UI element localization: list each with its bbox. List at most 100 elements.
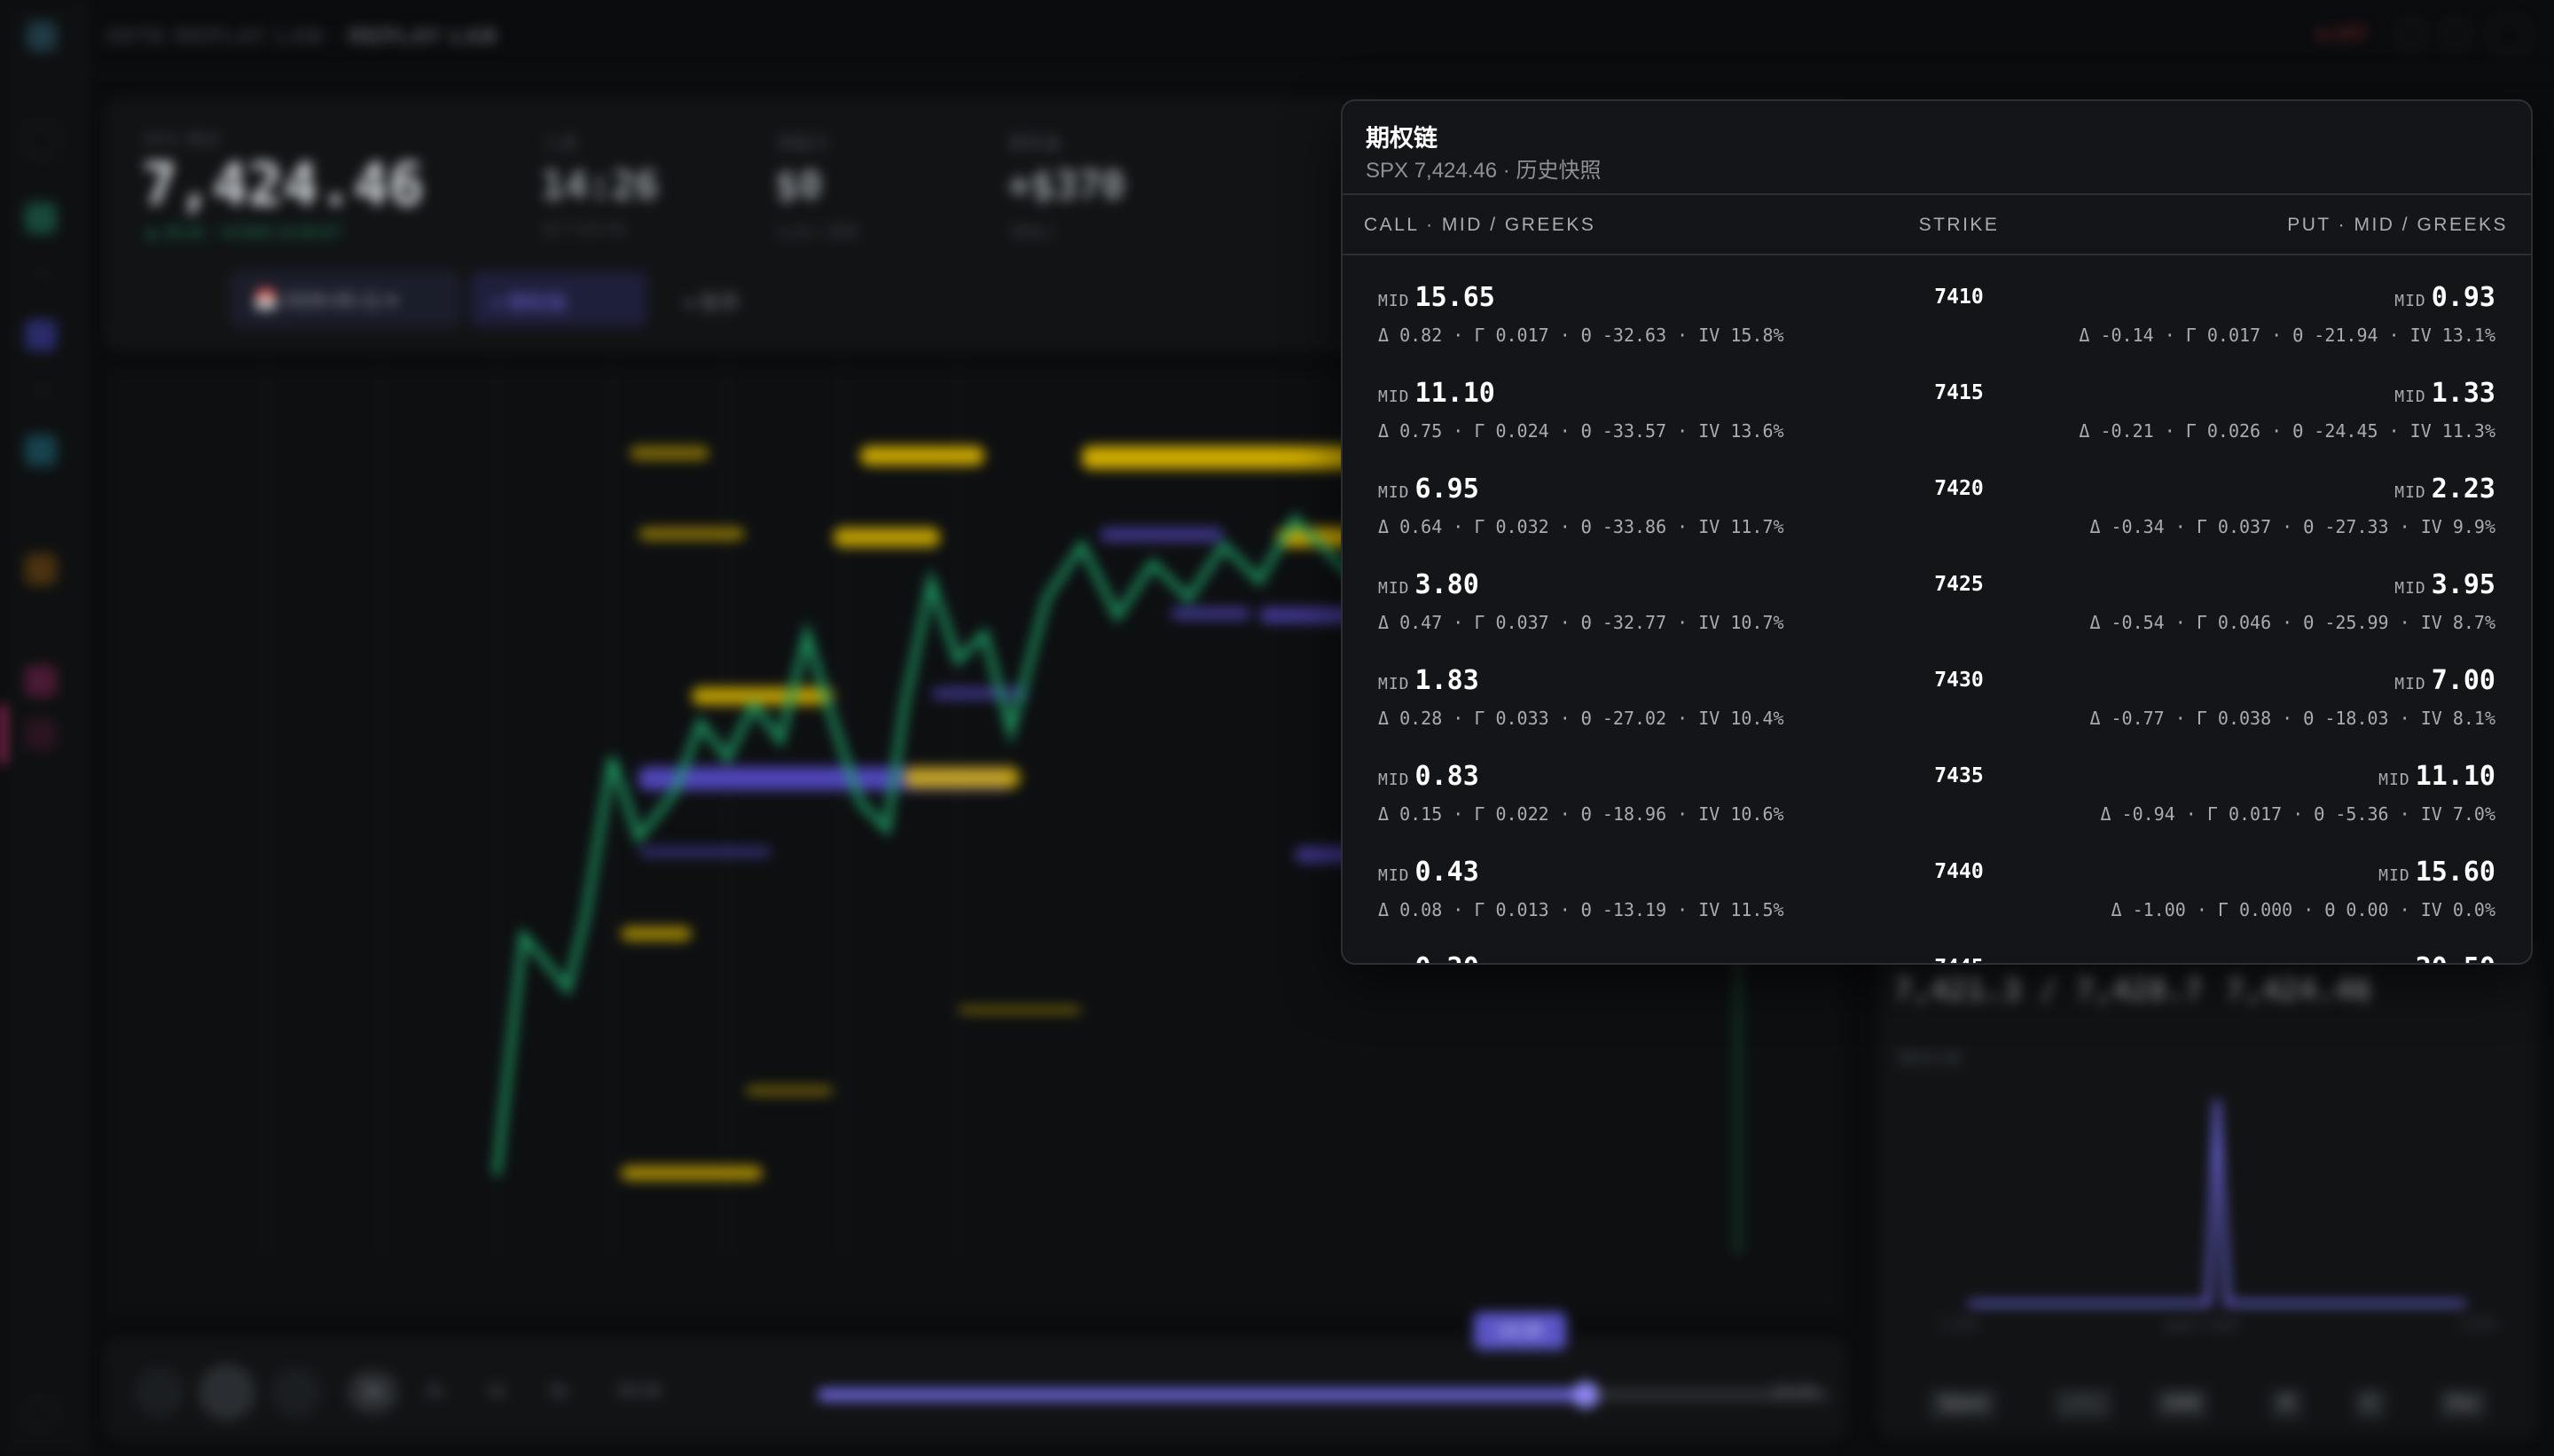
play-button[interactable] [199,1364,255,1421]
heatmap-band [931,687,1029,700]
heatmap-band [621,1166,763,1180]
put-mid[interactable]: MID 15.60 [2378,857,2495,888]
put-mid[interactable]: MID 1.33 [2394,378,2495,409]
side-distribution-line [1969,1099,2465,1306]
step-back-button[interactable] [135,1367,184,1417]
replay-scrubber[interactable] [818,1382,1829,1408]
option-chain-row-7445[interactable]: MID 0.20 7445 MID 20.50 [1343,935,2531,963]
option-chain-row-7425[interactable]: MID 3.80 Δ 0.47 · Γ 0.037 · Θ -32.77 · IV … [1343,552,2531,647]
heatmap-band [692,687,834,705]
put-mid-tag: MID [2394,579,2426,598]
put-mid[interactable]: MID 7.00 [2394,665,2495,696]
nav-replay-icon[interactable] [25,665,57,697]
collapse-icon[interactable] [25,124,57,156]
side-axis-mid: spot 7,424 [2164,1316,2239,1334]
option-chain-rows: MID 15.65 Δ 0.82 · Γ 0.017 · Θ -32.63 · IV… [1343,257,2531,963]
option-chain-row-7410[interactable]: MID 15.65 Δ 0.82 · Γ 0.017 · Θ -32.63 · IV… [1343,264,2531,360]
put-mid[interactable]: MID 11.10 [2378,761,2495,792]
put-mid-value: 11.10 [2415,761,2495,792]
option-chain-toggle[interactable]: ≡ 期权链 [470,271,647,326]
put-mid-tag: MID [2378,771,2410,789]
nav-dashboard-icon[interactable] [25,202,57,234]
avatar[interactable] [2490,16,2529,55]
notification-icon[interactable] [2398,21,2425,48]
call-mid-tag: MID [1378,483,1410,502]
call-mid-value: 1.83 [1414,665,1479,696]
breadcrumb-app[interactable]: 0DTE REPLAY LAB [106,25,325,47]
stat-label-entry: 入场 [543,135,578,153]
call-mid[interactable]: MID 0.20 [1378,952,1479,963]
current-time-tag: 14:26 [1474,1312,1566,1350]
key-shift: Shift [2155,1389,2209,1419]
put-mid-value: 1.33 [2431,378,2495,409]
theme-icon[interactable] [2442,21,2469,48]
call-mid-tag: MID [1378,771,1410,789]
strike-price: 7435 [1934,764,1984,787]
put-mid[interactable]: MID 3.95 [2394,569,2495,600]
strike-price: 7420 [1934,477,1984,500]
settings-icon[interactable] [25,1397,57,1429]
call-mid-value: 0.83 [1414,761,1479,792]
heatmap-band [638,528,745,540]
stat-sub-pnl: 0.0% / 风险 [777,223,859,241]
replay-scrubber-handle[interactable] [1572,1382,1600,1408]
call-mid-tag: MID [1378,292,1410,310]
put-mid[interactable]: MID 0.93 [2394,282,2495,313]
put-greeks: Δ -0.14 · Γ 0.017 · Θ -21.94 · IV 13.1% [2079,325,2495,346]
stat-value-entry: 14:26 [541,163,659,208]
heatmap-band [834,528,940,547]
stat-sub-entry: @ 7,424.46 [543,220,626,238]
call-mid-value: 3.80 [1414,569,1479,600]
column-header-call: CALL · MID / GREEKS [1364,215,1596,235]
put-mid-value: 20.50 [2416,952,2495,963]
option-chain-row-7430[interactable]: MID 1.83 Δ 0.28 · Γ 0.033 · Θ -27.02 · IV … [1343,647,2531,743]
call-mid[interactable]: MID 6.95 [1378,474,1479,505]
column-header-put: PUT · MID / GREEKS [2287,215,2508,235]
option-chain-row-7435[interactable]: MID 0.83 Δ 0.15 · Γ 0.022 · Θ -18.96 · IV … [1343,743,2531,839]
call-mid-tag: MID [1378,866,1410,885]
option-chain-row-7415[interactable]: MID 11.10 Δ 0.75 · Γ 0.024 · Θ -33.57 · IV… [1343,360,2531,456]
call-greeks: Δ 0.15 · Γ 0.022 · Θ -18.96 · IV 10.6% [1378,803,1784,825]
call-mid-value: 15.65 [1414,282,1495,313]
strike-price: 7410 [1934,286,1984,309]
pause-toggle[interactable]: ⏸ 暂停 [663,271,805,326]
app-logo-icon [27,21,57,51]
stat-sub-premium: 净收入 [1009,223,1057,241]
speed-4x[interactable]: 4x [472,1371,522,1413]
stat-sub-spot: ▲ 29.16 · +0.53% 14:26 ET [144,223,342,241]
left-nav-rail [0,0,85,1456]
option-chain-row-7420[interactable]: MID 6.95 Δ 0.64 · Γ 0.032 · Θ -33.86 · IV … [1343,456,2531,552]
put-mid-value: 7.00 [2431,665,2495,696]
call-mid[interactable]: MID 1.83 [1378,665,1479,696]
nav-percent-icon[interactable] [25,434,57,466]
side-label: 期权价差 [1898,1050,1962,1068]
speed-1x[interactable]: 1x [348,1371,399,1413]
replay-controls: 1x 2x 4x 8x 09:36 16:00 [106,1339,1845,1438]
call-greeks: Δ 0.75 · Γ 0.024 · Θ -33.57 · IV 13.6% [1378,420,1784,442]
strike-price: 7445 [1901,956,2017,963]
call-mid-value: 11.10 [1414,378,1495,409]
side-axis-left: 7,370 [1939,1316,1979,1334]
call-mid-value: 6.95 [1414,474,1479,505]
put-mid[interactable]: MID 20.50 [2378,952,2495,963]
put-mid[interactable]: MID 2.23 [2394,474,2495,505]
call-mid[interactable]: MID 0.43 [1378,857,1479,888]
nav-active-indicator [0,705,5,763]
call-mid[interactable]: MID 11.10 [1378,378,1495,409]
option-chain-row-7440[interactable]: MID 0.43 Δ 0.08 · Γ 0.013 · Θ -13.19 · IV … [1343,839,2531,935]
nav-chart-icon[interactable] [25,319,57,351]
nav-replay-active-icon[interactable] [25,718,57,750]
speed-8x[interactable]: 8x [534,1371,584,1413]
date-picker[interactable]: 📅 2026-05-11 ▾ [231,271,459,326]
breadcrumb-separator: · [332,25,341,47]
step-forward-button[interactable] [271,1367,321,1417]
heatmap-band [1100,528,1224,542]
call-mid[interactable]: MID 3.80 [1378,569,1479,600]
key-arrows: ←/→ [2054,1389,2112,1419]
call-mid[interactable]: MID 0.83 [1378,761,1479,792]
call-mid[interactable]: MID 15.65 [1378,282,1495,313]
stat-value-pnl: $0 [775,163,822,208]
nav-dot [39,270,44,276]
speed-2x[interactable]: 2x [410,1371,460,1413]
nav-alert-icon[interactable] [25,553,57,585]
